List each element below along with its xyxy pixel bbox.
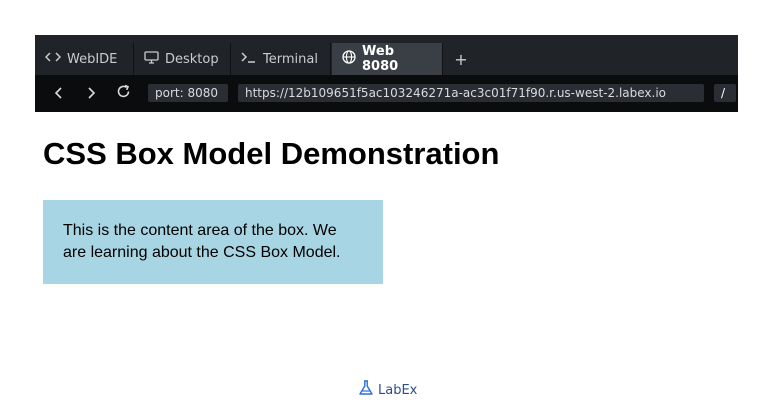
back-button[interactable]	[49, 83, 69, 103]
page-title: CSS Box Model Demonstration	[43, 136, 500, 171]
monitor-icon	[144, 50, 159, 68]
navigation-bar: port: 8080 https://12b109651f5ac10324627…	[35, 75, 738, 112]
tab-label: Terminal	[263, 51, 318, 67]
tab-label: Desktop	[165, 51, 219, 67]
reload-icon	[116, 84, 131, 103]
chevron-left-icon	[54, 84, 64, 103]
reload-button[interactable]	[113, 83, 133, 103]
new-tab-button[interactable]: +	[451, 43, 471, 75]
tab-desktop[interactable]: Desktop	[134, 43, 231, 75]
url-field[interactable]: https://12b109651f5ac103246271a-ac3c01f7…	[238, 84, 704, 102]
tab-bar: WebIDE Desktop Terminal Web 8080 +	[35, 35, 738, 75]
path-field[interactable]: /	[714, 84, 736, 102]
labex-footer[interactable]: LabEx	[358, 380, 417, 400]
browser-frame: WebIDE Desktop Terminal Web 8080 + port:…	[35, 35, 738, 112]
tab-label: WebIDE	[67, 51, 118, 67]
forward-button[interactable]	[81, 83, 101, 103]
box-content-text: This is the content area of the box. We …	[63, 222, 341, 261]
chevron-right-icon	[86, 84, 96, 103]
tab-web-8080[interactable]: Web 8080	[332, 43, 443, 75]
globe-icon	[342, 50, 356, 68]
port-indicator[interactable]: port: 8080	[148, 84, 228, 102]
tab-terminal[interactable]: Terminal	[231, 43, 331, 75]
box-model-demo-box: This is the content area of the box. We …	[43, 200, 383, 284]
code-icon	[44, 51, 62, 67]
tab-label: Web 8080	[362, 44, 399, 74]
footer-brand: LabEx	[378, 382, 418, 398]
terminal-icon	[241, 51, 257, 67]
tab-webide[interactable]: WebIDE	[35, 43, 134, 75]
flask-icon	[358, 380, 374, 400]
